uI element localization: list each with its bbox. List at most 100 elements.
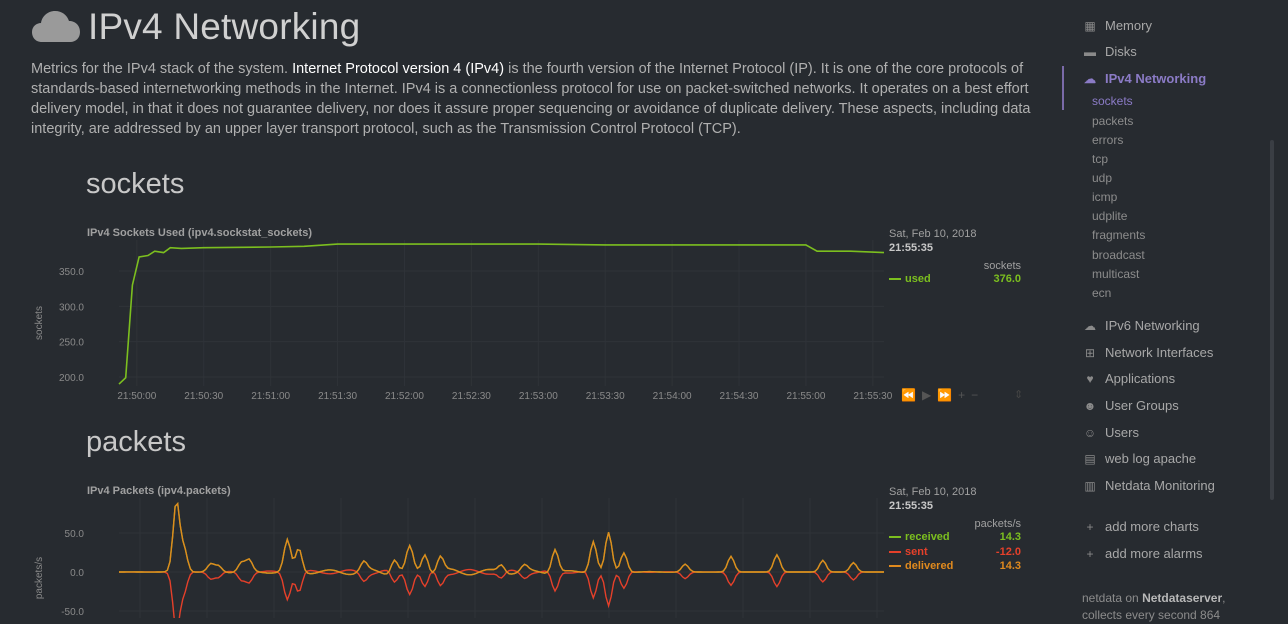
sidebar-item-applications[interactable]: ♥ Applications bbox=[1083, 371, 1175, 386]
x-tick-label: 21:50:00 bbox=[117, 391, 156, 402]
sidebar-item-label: Users bbox=[1105, 425, 1139, 440]
sidebar-subitem-packets[interactable]: packets bbox=[1092, 114, 1133, 128]
y-tick-label: 250.0 bbox=[59, 338, 84, 349]
zoom-out-icon[interactable]: − bbox=[971, 388, 978, 402]
forward-icon[interactable]: ⏩ bbox=[937, 388, 952, 402]
sidebar-item-label: IPv6 Networking bbox=[1105, 318, 1200, 333]
sidebar-item-netdata-monitoring[interactable]: ▥ Netdata Monitoring bbox=[1083, 478, 1215, 493]
memory-icon: ▦ bbox=[1084, 18, 1096, 33]
y-tick-label: 350.0 bbox=[59, 267, 84, 278]
sidebar-subitem-tcp[interactable]: tcp bbox=[1092, 152, 1108, 166]
add-more-charts-link[interactable]: + add more charts bbox=[1083, 519, 1199, 534]
sidebar-item-web-log-apache[interactable]: ▤ web log apache bbox=[1083, 451, 1196, 466]
sidebar-item-ipv6-networking[interactable]: ☁ IPv6 Networking bbox=[1083, 318, 1200, 333]
sidebar-item-label: Memory bbox=[1105, 18, 1152, 33]
sidebar-item-user-groups[interactable]: ☻ User Groups bbox=[1083, 398, 1179, 413]
sidebar-item-users[interactable]: ☺ Users bbox=[1083, 425, 1139, 440]
sidebar-subitem-fragments[interactable]: fragments bbox=[1092, 228, 1145, 242]
plus-icon: + bbox=[1086, 519, 1094, 534]
sidebar-item-label: Network Interfaces bbox=[1105, 345, 1214, 360]
footer-host: Netdataserver bbox=[1142, 591, 1223, 605]
x-tick-label: 21:55:30 bbox=[853, 391, 892, 402]
x-tick-label: 21:54:30 bbox=[720, 391, 759, 402]
chart-controls: ⏪ ▶ ⏩ + − bbox=[901, 388, 978, 402]
sidebar-item-ipv4-networking[interactable]: ☁ IPv4 Networking bbox=[1083, 71, 1206, 86]
file-icon: ▤ bbox=[1084, 451, 1096, 466]
sidebar-item-label: web log apache bbox=[1105, 451, 1197, 466]
x-tick-label: 21:52:30 bbox=[452, 391, 491, 402]
sidebar-subitem-broadcast[interactable]: broadcast bbox=[1092, 248, 1145, 262]
y-axis-label: packets/s bbox=[34, 557, 45, 599]
series-line-used bbox=[118, 243, 885, 385]
resize-handle-icon[interactable]: ⇕ bbox=[1014, 388, 1023, 401]
legend-row-used[interactable]: used 376.0 bbox=[889, 272, 1021, 287]
sidebar-subitem-multicast[interactable]: multicast bbox=[1092, 267, 1139, 281]
sitemap-icon: ⊞ bbox=[1084, 345, 1096, 360]
sidebar-item-disks[interactable]: ▬ Disks bbox=[1083, 44, 1137, 59]
sidebar-subitem-udp[interactable]: udp bbox=[1092, 171, 1112, 185]
y-tick-label: 50.0 bbox=[65, 529, 85, 540]
add-more-alarms-link[interactable]: + add more alarms bbox=[1083, 546, 1203, 561]
sidebar-item-label: IPv4 Networking bbox=[1105, 71, 1207, 86]
sidebar-item-memory[interactable]: ▦ Memory bbox=[1083, 18, 1152, 33]
series-line-delivered bbox=[119, 502, 884, 576]
x-tick-label: 21:51:30 bbox=[318, 391, 357, 402]
legend-swatch bbox=[889, 550, 901, 553]
heartbeat-icon: ♥ bbox=[1086, 371, 1094, 386]
sidebar-item-label: Netdata Monitoring bbox=[1105, 478, 1215, 493]
sidebar-active-indicator bbox=[1062, 66, 1064, 110]
legend-value: 376.0 bbox=[993, 273, 1021, 286]
user-icon: ☺ bbox=[1083, 425, 1097, 440]
sidebar-subitem-udplite[interactable]: udplite bbox=[1092, 209, 1127, 223]
legend-label: delivered bbox=[905, 560, 954, 573]
main-content: IPv4 Networking Metrics for the IPv4 sta… bbox=[0, 0, 1060, 618]
legend-value: -12.0 bbox=[995, 545, 1021, 558]
sidebar-nav: ▦ Memory ▬ Disks ☁ IPv4 Networking socke… bbox=[1062, 0, 1288, 622]
sidebar-item-label: add more charts bbox=[1105, 519, 1199, 534]
scrollbar-thumb[interactable] bbox=[1270, 140, 1274, 500]
legend-value: 14.3 bbox=[999, 531, 1021, 544]
sidebar-item-network-interfaces[interactable]: ⊞ Network Interfaces bbox=[1083, 345, 1213, 360]
legend-label: used bbox=[905, 273, 931, 286]
sockets-chart[interactable]: 21:50:00 21:50:30 21:51:00 21:51:30 21:52:00… bbox=[34, 240, 893, 402]
sidebar-footer: netdata on Netdataserver, collects every… bbox=[1082, 590, 1282, 624]
x-tick-label: 21:55:00 bbox=[786, 391, 825, 402]
sidebar-item-label: add more alarms bbox=[1105, 546, 1203, 561]
play-icon[interactable]: ▶ bbox=[922, 388, 931, 402]
sidebar-item-label: Applications bbox=[1105, 371, 1176, 386]
sidebar-subitem-ecn[interactable]: ecn bbox=[1092, 286, 1111, 300]
footer-suffix: , bbox=[1222, 591, 1226, 605]
x-tick-label: 21:53:30 bbox=[586, 391, 625, 402]
y-tick-label: 300.0 bbox=[59, 302, 84, 313]
legend-time: 21:55:35 bbox=[889, 500, 934, 512]
bar-chart-icon: ▥ bbox=[1084, 478, 1096, 493]
footer-prefix: netdata on bbox=[1082, 591, 1143, 605]
sockets-legend: Sat, Feb 10, 2018 21:55:35 sockets used … bbox=[889, 228, 1021, 287]
disks-icon: ▬ bbox=[1084, 44, 1096, 59]
legend-time: 21:55:35 bbox=[889, 242, 934, 254]
sidebar-subitem-icmp[interactable]: icmp bbox=[1092, 190, 1117, 204]
legend-swatch bbox=[889, 565, 901, 568]
legend-value: 14.3 bbox=[999, 560, 1021, 573]
legend-row-delivered[interactable]: delivered 14.3 bbox=[889, 559, 1021, 574]
rewind-icon[interactable]: ⏪ bbox=[901, 388, 916, 402]
y-tick-label: -50.0 bbox=[61, 607, 84, 618]
zoom-in-icon[interactable]: + bbox=[958, 388, 965, 402]
sidebar-subitem-errors[interactable]: errors bbox=[1092, 133, 1123, 147]
page-scrollbar[interactable] bbox=[1268, 0, 1278, 618]
x-tick-label: 21:50:30 bbox=[184, 391, 223, 402]
x-tick-label: 21:53:00 bbox=[519, 391, 558, 402]
legend-units: sockets bbox=[983, 260, 1021, 272]
packets-legend: Sat, Feb 10, 2018 21:55:35 packets/s rec… bbox=[889, 486, 1021, 574]
series-line-received bbox=[119, 502, 884, 576]
y-tick-label: 0.0 bbox=[70, 568, 84, 579]
legend-units: packets/s bbox=[974, 518, 1021, 530]
sidebar-subitem-sockets[interactable]: sockets bbox=[1092, 94, 1133, 108]
legend-swatch bbox=[889, 536, 901, 539]
legend-row-sent[interactable]: sent -12.0 bbox=[889, 545, 1021, 560]
users-icon: ☻ bbox=[1083, 398, 1097, 413]
packets-chart[interactable]: 50.0 0.0 -50.0 packets/s bbox=[34, 498, 884, 618]
cloud-icon: ☁ bbox=[1084, 71, 1096, 86]
legend-row-received[interactable]: received 14.3 bbox=[889, 530, 1021, 545]
legend-label: received bbox=[905, 531, 950, 544]
